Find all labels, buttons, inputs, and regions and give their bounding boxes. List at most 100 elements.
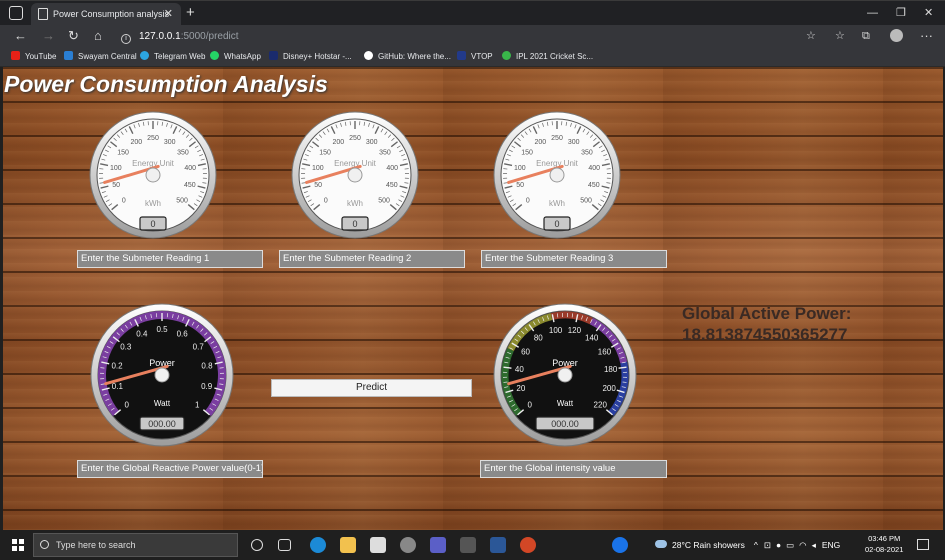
tick-label: 1 [195, 401, 200, 410]
refresh-icon[interactable]: ↻ [68, 27, 79, 45]
taskbar-search[interactable]: Type here to search [33, 533, 238, 557]
microphone-icon[interactable]: ● [776, 540, 781, 550]
tick-label: 350 [581, 150, 593, 157]
notifications-icon[interactable] [917, 539, 929, 550]
tick-label: 0 [526, 197, 530, 204]
clock[interactable]: 03:46 PM 02-08-2021 [865, 533, 903, 555]
task-view-icon[interactable] [278, 539, 291, 551]
info-icon[interactable]: i [121, 34, 131, 44]
intensity-input[interactable]: Enter the Global intensity value [480, 460, 667, 478]
close-window-button[interactable]: ✕ [924, 3, 933, 23]
chevron-up-icon[interactable]: ^ [754, 540, 758, 550]
tick-label: 0.9 [201, 382, 213, 391]
bookmark-label: WhatsApp [224, 52, 261, 61]
tick-label: 200 [130, 139, 142, 146]
search-placeholder: Type here to search [56, 540, 136, 550]
store-icon[interactable] [370, 537, 386, 553]
teams-icon[interactable] [430, 537, 446, 553]
bookmark-github[interactable]: GitHub: Where the... [364, 50, 451, 64]
weather-text[interactable]: 28°C Rain showers [672, 540, 745, 550]
add-favorite-icon[interactable]: ☆ [806, 27, 816, 45]
battery-icon[interactable]: ▭ [786, 540, 794, 550]
telegram-icon [140, 51, 149, 60]
word-icon[interactable] [490, 537, 506, 553]
bookmark-label: Telegram Web [154, 52, 206, 61]
vtop-icon [457, 51, 466, 60]
tab-actions-icon[interactable] [9, 6, 23, 20]
home-icon[interactable]: ⌂ [94, 27, 102, 45]
tick-label: 50 [516, 182, 524, 189]
energy-gauge-3: 0 50 100 150 200 250 300 350 400 450 500 Energy Uni… [490, 108, 624, 242]
tick-label: 150 [521, 150, 533, 157]
tab-power-consumption[interactable]: Power Consumption analysis ✕ [31, 3, 181, 26]
profile-avatar[interactable] [890, 29, 903, 42]
page-content: Power Consumption Analysis 0 50 100 150 200 2… [3, 67, 943, 530]
windows-start-icon[interactable] [12, 539, 24, 551]
tick-label: 450 [588, 182, 600, 189]
bookmark-ipl[interactable]: IPL 2021 Cricket Sc... [502, 50, 593, 64]
submeter-2-input[interactable]: Enter the Submeter Reading 2 [279, 250, 465, 268]
minimize-button[interactable]: — [867, 3, 878, 23]
tick-label: 0 [324, 197, 328, 204]
bookmarks-bar: YouTube Swayam Central Telegram Web What… [0, 47, 945, 67]
predict-button[interactable]: Predict [271, 379, 472, 397]
window-app-icon[interactable] [460, 537, 476, 553]
gauge-svg: 00.10.20.30.40.50.60.70.80.91PowerWatt00… [90, 303, 234, 447]
cortana-icon[interactable] [251, 539, 263, 551]
document-icon [38, 8, 48, 20]
favorites-icon[interactable]: ☆ [835, 27, 845, 45]
file-explorer-icon[interactable] [340, 537, 356, 553]
bookmark-swayam[interactable]: Swayam Central [64, 50, 137, 64]
close-tab-icon[interactable]: ✕ [164, 3, 173, 26]
bookmark-youtube[interactable]: YouTube [11, 50, 56, 64]
gauge-value: 000.00 [148, 419, 176, 429]
bookmark-vtop[interactable]: VTOP [457, 50, 493, 64]
tick-label: 20 [516, 384, 525, 393]
needle-hub [347, 167, 363, 183]
back-icon[interactable]: ← [14, 27, 27, 45]
gauge-unit: Watt [557, 399, 574, 408]
needle-hub [154, 367, 170, 383]
swayam-icon [64, 51, 73, 60]
github-icon [364, 51, 373, 60]
submeter-1-input[interactable]: Enter the Submeter Reading 1 [77, 250, 263, 268]
powerpoint-icon[interactable] [520, 537, 536, 553]
gauge-svg: 020406080100 120140160180200220PowerWatt0… [493, 303, 637, 447]
bookmark-hotstar[interactable]: Disney+ Hotstar -... [269, 50, 352, 64]
tick-label: 350 [177, 150, 189, 157]
tick-label: 140 [585, 334, 599, 343]
bookmark-label: IPL 2021 Cricket Sc... [516, 52, 594, 61]
tick-label: 500 [378, 197, 390, 204]
submeter-3-input[interactable]: Enter the Submeter Reading 3 [481, 250, 667, 268]
tick-label: 250 [349, 135, 361, 142]
language-indicator[interactable]: ENG [822, 540, 840, 550]
wifi-icon[interactable]: ◠ [799, 540, 806, 550]
tick-label: 250 [147, 135, 159, 142]
collections-icon[interactable]: ⧉ [862, 27, 870, 45]
settings-gear-icon[interactable] [400, 537, 416, 553]
tick-label: 450 [386, 182, 398, 189]
tick-label: 100 [312, 165, 324, 172]
bookmark-whatsapp[interactable]: WhatsApp [210, 50, 261, 64]
needle-hub [145, 167, 161, 183]
volume-icon[interactable]: ◂ [812, 540, 816, 550]
edge-browser-icon[interactable] [310, 537, 326, 553]
tick-label: 500 [580, 197, 592, 204]
tick-label: 0.2 [111, 361, 123, 370]
prediction-result: Global Active Power: 18.813874550365277 [682, 303, 851, 345]
youtube-icon [11, 51, 20, 60]
tick-label: 0.6 [177, 330, 189, 339]
reactive-power-input[interactable]: Enter the Global Reactive Power value(0-… [77, 460, 263, 478]
needle-hub [557, 367, 573, 383]
help-icon[interactable] [612, 537, 628, 553]
maximize-button[interactable]: ❐ [896, 3, 906, 23]
new-tab-button[interactable]: + [186, 3, 195, 23]
tick-label: 0.4 [136, 330, 148, 339]
tick-label: 60 [521, 347, 530, 356]
more-menu-icon[interactable]: ··· [920, 27, 933, 45]
tick-label: 300 [568, 139, 580, 146]
forward-icon[interactable]: → [42, 27, 55, 45]
bookmark-telegram[interactable]: Telegram Web [140, 50, 205, 64]
network-icon[interactable]: ⊡ [764, 540, 771, 550]
address-bar[interactable]: i 127.0.0.1:5000/predict [121, 28, 239, 45]
